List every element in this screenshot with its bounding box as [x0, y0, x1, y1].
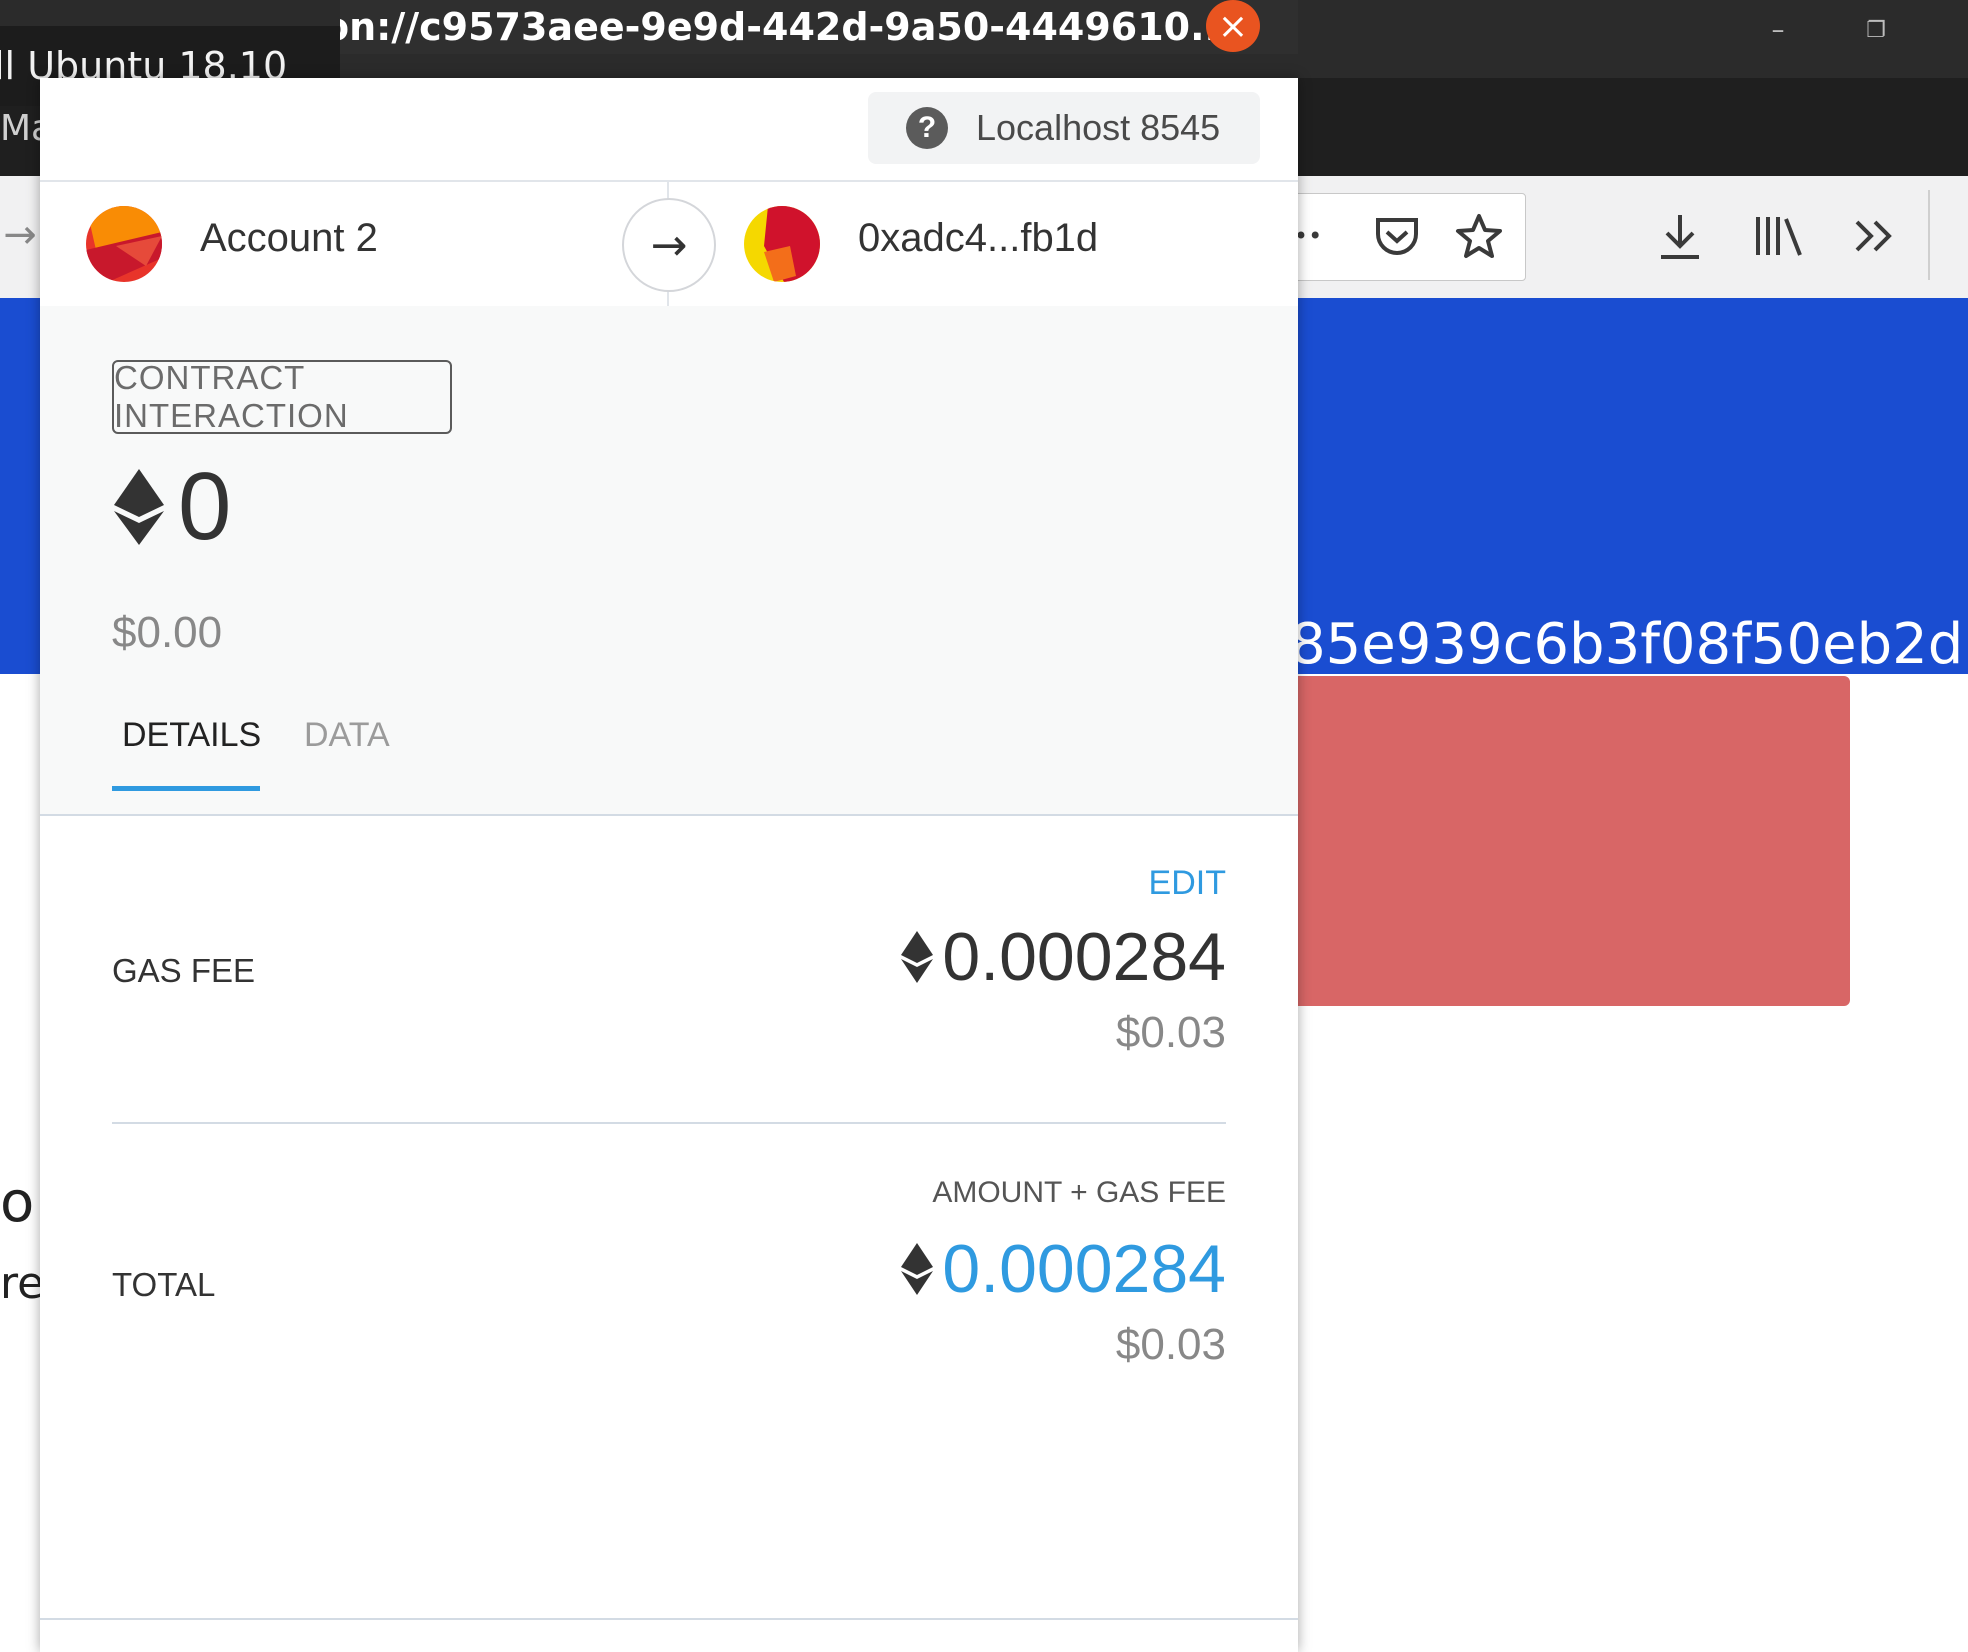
toolbar-separator — [1928, 190, 1930, 280]
transaction-amount: 0 — [112, 452, 231, 562]
total-value: 0.000284 — [900, 1230, 1226, 1308]
eth-icon — [901, 931, 934, 983]
from-account-name[interactable]: Account 2 — [200, 216, 378, 261]
back-arrow-icon[interactable]: → — [0, 210, 40, 260]
tab-data[interactable]: DATA — [304, 716, 390, 755]
arrow-right-icon: → — [622, 198, 716, 292]
amount-fiat: $0.00 — [112, 608, 223, 657]
page-partial-text: re — [0, 1258, 45, 1309]
library-icon[interactable] — [1748, 208, 1808, 264]
metamask-popup: ? Localhost 8545 Account 2 → 0xadc4...fb… — [40, 78, 1298, 1652]
edit-gas-button[interactable]: EDIT — [1149, 864, 1226, 903]
download-icon[interactable] — [1652, 208, 1708, 264]
gas-fee-eth: 0.000284 — [942, 919, 1226, 995]
gas-fee-fiat: $0.03 — [1115, 1008, 1226, 1057]
transaction-type-badge: CONTRACT INTERACTION — [112, 359, 452, 434]
gas-fee-label: GAS FEE — [112, 952, 256, 989]
account-transfer-row: Account 2 → 0xadc4...fb1d — [40, 180, 1298, 308]
maximize-button[interactable]: ❐ — [1836, 0, 1916, 60]
help-icon: ? — [906, 107, 948, 149]
close-button[interactable]: × — [1206, 0, 1260, 52]
total-subheading: AMOUNT + GAS FEE — [932, 1176, 1226, 1209]
transaction-hash-text: 85e939c6b3f08f50eb2d1 — [1290, 612, 1968, 677]
popup-titlebar: ion://c9573aee-9e9d-442d-9a50-4449610... — [340, 0, 1298, 54]
tab-details[interactable]: DETAILS — [122, 716, 261, 755]
popup-title: ion://c9573aee-9e9d-442d-9a50-4449610... — [340, 5, 1234, 49]
eth-icon — [114, 469, 164, 545]
total-eth: 0.000284 — [942, 1231, 1226, 1307]
transaction-details: EDIT GAS FEE 0.000284 $0.03 AMOUNT + GAS… — [40, 816, 1298, 1616]
transaction-summary: CONTRACT INTERACTION 0 $0.00 DETAILS DAT… — [40, 306, 1298, 816]
overflow-icon[interactable] — [1846, 208, 1902, 264]
total-fiat: $0.03 — [1115, 1320, 1226, 1369]
network-selector[interactable]: ? Localhost 8545 — [868, 92, 1260, 164]
star-icon[interactable] — [1451, 210, 1507, 262]
gas-fee-value: 0.000284 — [900, 918, 1226, 996]
active-tab-indicator — [112, 786, 260, 791]
total-label: TOTAL — [112, 1266, 216, 1303]
to-account-avatar — [744, 206, 820, 282]
divider — [112, 1122, 1226, 1124]
pocket-icon[interactable] — [1369, 212, 1425, 260]
minimize-button[interactable]: – — [1738, 0, 1818, 60]
page-partial-text: o — [0, 1170, 35, 1235]
from-account-avatar — [86, 206, 162, 282]
amount-value: 0 — [178, 453, 232, 560]
footer-divider — [40, 1618, 1298, 1620]
eth-icon — [901, 1243, 934, 1295]
to-account-address[interactable]: 0xadc4...fb1d — [858, 216, 1098, 261]
page-red-button[interactable] — [1260, 676, 1850, 1006]
network-label: Localhost 8545 — [976, 107, 1221, 148]
